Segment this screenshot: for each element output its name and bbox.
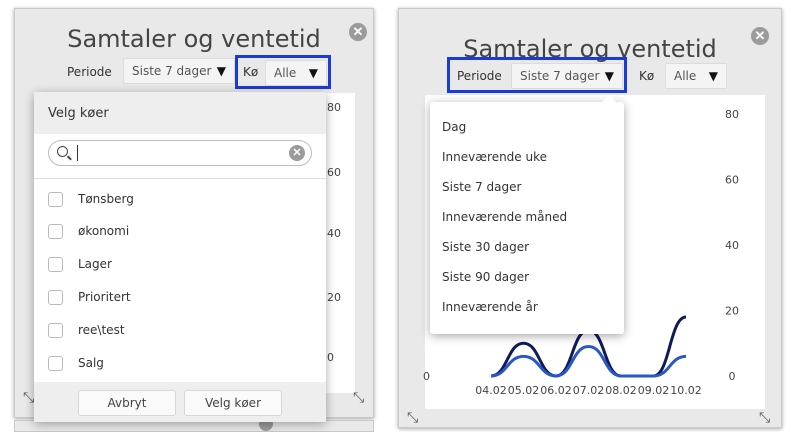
chevron-down-icon: ▼ — [216, 64, 226, 78]
divider — [34, 178, 326, 179]
search-input[interactable]: ✕ — [48, 140, 312, 166]
period-option[interactable]: Siste 90 dager — [442, 270, 529, 284]
cancel-button[interactable]: Avbryt — [78, 390, 176, 416]
screenshot-canvas: Samtaler og ventetid ✕ Periode Siste 7 d… — [0, 0, 791, 432]
queue-item-label: Prioritert — [78, 290, 131, 304]
ko-value: Alle — [674, 69, 697, 83]
dropdown-pointer — [602, 95, 616, 102]
clear-icon[interactable]: ✕ — [289, 145, 305, 161]
y-tick: 20 — [327, 291, 341, 304]
queue-dropdown-header: Velg køer — [34, 92, 326, 134]
queue-item-label: økonomi — [78, 224, 130, 238]
dropdown-footer: Avbryt Velg køer — [34, 382, 326, 422]
queue-item-label: Lager — [78, 257, 112, 271]
ko-label: Kø — [639, 69, 655, 83]
left-axis-tick: 0 — [423, 370, 430, 383]
period-option[interactable]: Inneværende år — [442, 300, 538, 314]
periode-label: Periode — [67, 65, 112, 79]
resize-icon[interactable]: ⤡ — [407, 409, 418, 426]
periode-select[interactable]: Siste 7 dager ▼ — [511, 63, 623, 89]
period-option[interactable]: Siste 30 dager — [442, 240, 529, 254]
chevron-down-icon: ▼ — [708, 69, 718, 83]
ko-select[interactable]: Alle ▼ — [265, 60, 327, 86]
search-icon — [57, 146, 68, 157]
queue-item-label: Salg — [78, 356, 104, 370]
period-option[interactable]: Inneværende måned — [442, 210, 567, 224]
checkbox[interactable] — [48, 290, 63, 305]
ko-label: Kø — [243, 65, 259, 79]
periode-value: Siste 7 dager — [520, 69, 600, 83]
resize-icon[interactable]: ⤡ — [353, 389, 364, 406]
y-tick: 80 — [327, 101, 341, 114]
y-tick: 60 — [327, 166, 341, 179]
y-tick: 0 — [327, 351, 334, 364]
checkbox[interactable] — [48, 323, 63, 338]
resize-icon[interactable]: ⤡ — [23, 389, 34, 406]
chevron-down-icon: ▼ — [604, 69, 614, 83]
period-option[interactable]: Siste 7 dager — [442, 180, 521, 194]
queue-item-label: Tønsberg — [78, 192, 134, 206]
checkbox[interactable] — [48, 224, 63, 239]
checkbox[interactable] — [48, 356, 63, 371]
period-option[interactable]: Inneværende uke — [442, 150, 547, 164]
periode-label: Periode — [457, 69, 502, 83]
period-option[interactable]: Dag — [442, 120, 466, 134]
queue-dropdown: Velg køer ✕ Tønsberg økonomi Lager Prior… — [34, 92, 326, 422]
close-icon[interactable]: ✕ — [349, 23, 367, 41]
chevron-down-icon: ▼ — [308, 66, 318, 80]
y-tick: 40 — [327, 227, 341, 240]
resize-icon[interactable]: ⤡ — [759, 409, 770, 426]
text-caret — [77, 145, 78, 161]
periode-select[interactable]: Siste 7 dager ▼ — [123, 58, 235, 84]
checkbox[interactable] — [48, 257, 63, 272]
ko-value: Alle — [274, 66, 297, 80]
ko-select[interactable]: Alle ▼ — [665, 63, 727, 89]
periode-value: Siste 7 dager — [132, 64, 212, 78]
queue-item-label: ree\test — [78, 323, 125, 337]
checkbox[interactable] — [48, 192, 63, 207]
period-dropdown: Dag Inneværende uke Siste 7 dager Innevæ… — [430, 95, 624, 334]
widget-title: Samtaler og ventetid — [67, 25, 321, 53]
close-icon[interactable]: ✕ — [751, 27, 769, 45]
select-queues-button[interactable]: Velg køer — [184, 390, 282, 416]
